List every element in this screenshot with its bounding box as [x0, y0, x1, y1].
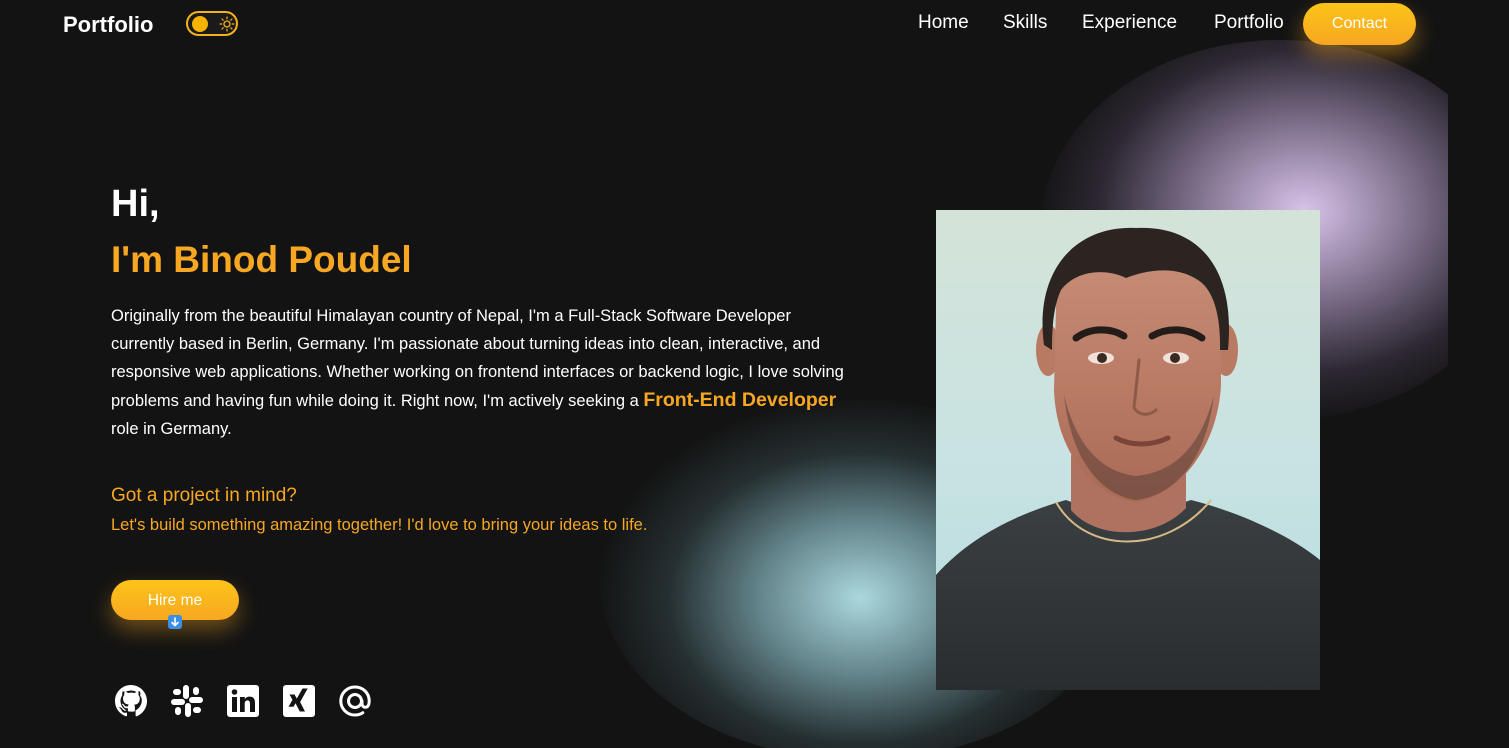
arrow-down-icon [168, 615, 182, 629]
github-icon[interactable] [113, 683, 149, 719]
right-edge-band [1448, 63, 1509, 748]
portrait-illustration [936, 227, 1320, 690]
toggle-knob [192, 16, 208, 32]
hire-me-button[interactable]: Hire me [111, 580, 239, 620]
cta-subtitle: Let's build something amazing together! … [111, 516, 648, 534]
at-sign-icon[interactable] [337, 683, 373, 719]
bio-paragraph: Originally from the beautiful Himalayan … [111, 302, 846, 443]
sun-icon [219, 16, 235, 32]
contact-button[interactable]: Contact [1303, 3, 1416, 45]
nav-portfolio[interactable]: Portfolio [1214, 12, 1284, 34]
profile-photo [936, 210, 1320, 690]
nav-experience[interactable]: Experience [1082, 12, 1177, 34]
site-header: Portfolio Home Skills Experience Portfol… [0, 0, 1509, 50]
slack-icon[interactable] [169, 683, 205, 719]
portfolio-page: Portfolio Home Skills Experience Portfol… [0, 0, 1509, 748]
name-heading: I'm Binod Poudel [111, 239, 412, 280]
linkedin-icon[interactable] [225, 683, 261, 719]
bio-text-end: role in Germany. [111, 420, 232, 438]
xing-icon[interactable] [281, 683, 317, 719]
theme-toggle[interactable] [186, 11, 238, 36]
greeting-heading: Hi, [111, 183, 160, 225]
nav-home[interactable]: Home [918, 12, 969, 34]
cta-title: Got a project in mind? [111, 485, 297, 506]
bio-highlight-role: Front-End Developer [643, 389, 837, 411]
site-logo[interactable]: Portfolio [63, 12, 153, 38]
nav-skills[interactable]: Skills [1003, 12, 1047, 34]
